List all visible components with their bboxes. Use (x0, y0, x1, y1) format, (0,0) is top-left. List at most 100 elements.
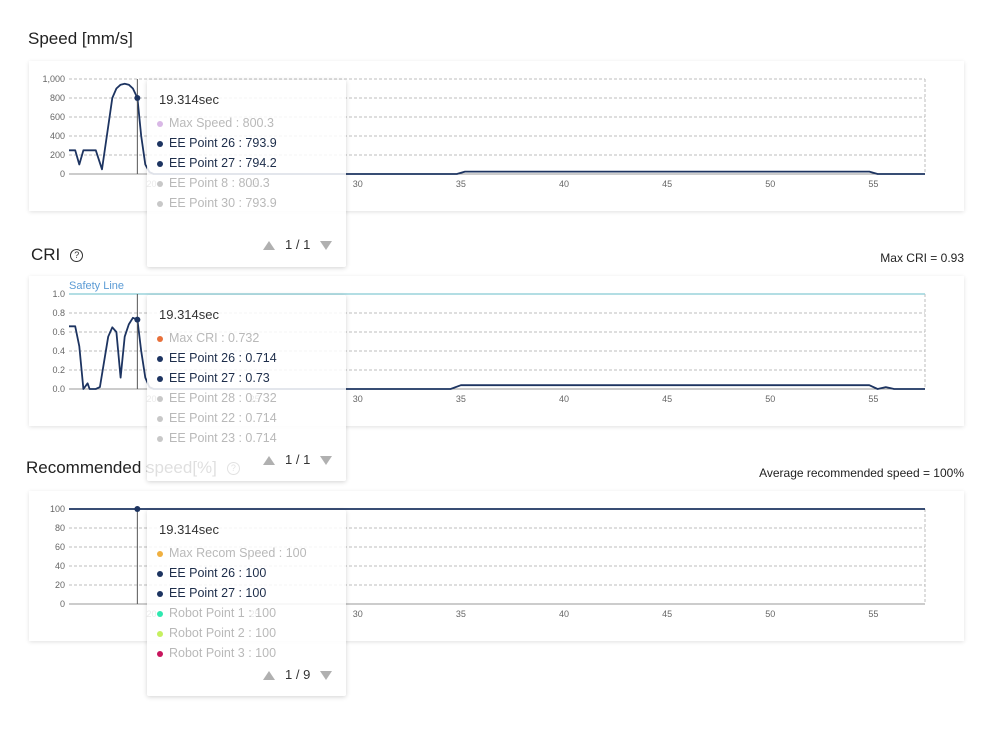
legend-dot-icon (157, 120, 163, 127)
tooltip-row-label: EE Point 27 : 0.73 (169, 371, 270, 385)
pager-text: 1 / 9 (285, 667, 311, 682)
x-tick-label: 55 (868, 609, 878, 619)
y-tick-label: 1.0 (52, 289, 65, 299)
legend-dot-icon (157, 200, 163, 207)
page-down-icon[interactable] (320, 671, 333, 681)
tooltip-row: EE Point 30 : 793.9 (157, 196, 277, 210)
legend-dot-icon (157, 435, 163, 442)
cri-tooltip: 19.314sec Max CRI : 0.732 EE Point 26 : … (147, 295, 346, 481)
y-tick-label: 100 (50, 504, 65, 514)
cri-title: CRI? (31, 245, 84, 265)
legend-dot-icon (157, 415, 163, 422)
cursor-point (134, 506, 141, 512)
y-tick-label: 200 (50, 150, 65, 160)
x-tick-label: 40 (559, 179, 569, 189)
legend-dot-icon (157, 160, 163, 167)
speed-title: Speed [mm/s] (28, 29, 133, 48)
tooltip-row-label: EE Point 28 : 0.732 (169, 391, 277, 405)
tooltip-row: Robot Point 2 : 100 (157, 626, 276, 640)
y-tick-label: 0.6 (52, 327, 65, 337)
cri-title-text: CRI (31, 245, 61, 264)
speed-tooltip: 19.314sec Max Speed : 800.3 EE Point 26 … (147, 80, 346, 267)
tooltip-row-label: Max CRI : 0.732 (169, 331, 260, 345)
tooltip-time: 19.314sec (159, 92, 219, 107)
legend-dot-icon (157, 355, 163, 362)
tooltip-row: EE Point 28 : 0.732 (157, 391, 277, 405)
y-tick-label: 40 (55, 561, 65, 571)
y-tick-label: 1,000 (42, 74, 65, 84)
tooltip-row: EE Point 23 : 0.714 (157, 431, 277, 445)
legend-dot-icon (157, 395, 163, 402)
y-tick-label: 0.8 (52, 308, 65, 318)
tooltip-row-label: EE Point 30 : 793.9 (169, 196, 277, 210)
y-tick-label: 800 (50, 93, 65, 103)
tooltip-pager: 1 / 1 (263, 452, 333, 467)
tooltip-row-label: EE Point 27 : 100 (169, 586, 267, 600)
pager-text: 1 / 1 (285, 452, 311, 467)
x-tick-label: 35 (456, 179, 466, 189)
x-tick-label: 35 (456, 394, 466, 404)
x-tick-label: 45 (662, 609, 672, 619)
tooltip-row: EE Point 26 : 100 (157, 566, 266, 580)
x-tick-label: 45 (662, 394, 672, 404)
tooltip-row-label: EE Point 23 : 0.714 (169, 431, 277, 445)
tooltip-pager: 1 / 9 (263, 667, 333, 682)
legend-dot-icon (157, 335, 163, 342)
legend-dot-icon (157, 590, 163, 597)
tooltip-row-label: Robot Point 2 : 100 (169, 626, 277, 640)
legend-dot-icon (157, 610, 163, 617)
legend-dot-icon (157, 570, 163, 577)
tooltip-row-label: Max Speed : 800.3 (169, 116, 274, 130)
legend-dot-icon (157, 375, 163, 382)
page-down-icon[interactable] (320, 456, 333, 466)
tooltip-time: 19.314sec (159, 522, 219, 537)
x-tick-label: 35 (456, 609, 466, 619)
page-up-icon[interactable] (263, 241, 275, 251)
tooltip-row: Max Recom Speed : 100 (157, 546, 307, 560)
x-tick-label: 50 (765, 609, 775, 619)
safety-line-label: Safety Line (69, 280, 124, 292)
help-icon[interactable]: ? (70, 249, 84, 263)
x-tick-label: 45 (662, 179, 672, 189)
tooltip-row-label: EE Point 8 : 800.3 (169, 176, 270, 190)
x-tick-label: 40 (559, 609, 569, 619)
x-tick-label: 55 (868, 179, 878, 189)
tooltip-row-label: Robot Point 1 : 100 (169, 606, 277, 620)
x-tick-label: 50 (765, 179, 775, 189)
legend-dot-icon (157, 550, 163, 557)
cursor-point (134, 95, 141, 101)
y-tick-label: 0.4 (52, 346, 65, 356)
recom-tooltip: 19.314sec Max Recom Speed : 100 EE Point… (147, 510, 346, 696)
tooltip-row-label: EE Point 27 : 794.2 (169, 156, 277, 170)
page-down-icon[interactable] (320, 241, 333, 251)
y-tick-label: 0 (60, 599, 65, 609)
legend-dot-icon (157, 140, 163, 147)
tooltip-row: EE Point 27 : 794.2 (157, 156, 277, 170)
tooltip-time: 19.314sec (159, 307, 219, 322)
tooltip-row-label: EE Point 22 : 0.714 (169, 411, 277, 425)
legend-dot-icon (157, 630, 163, 637)
y-tick-label: 0.2 (52, 365, 65, 375)
pager-text: 1 / 1 (285, 237, 311, 252)
tooltip-row: EE Point 26 : 0.714 (157, 351, 277, 365)
y-tick-label: 20 (55, 580, 65, 590)
page-up-icon[interactable] (263, 671, 275, 681)
tooltip-row: EE Point 22 : 0.714 (157, 411, 277, 425)
max-cri-label: Max CRI = 0.93 (880, 251, 964, 265)
cursor-point (134, 316, 141, 323)
page-up-icon[interactable] (263, 456, 275, 466)
y-tick-label: 80 (55, 523, 65, 533)
x-tick-label: 40 (559, 394, 569, 404)
legend-dot-icon (157, 650, 163, 657)
y-tick-label: 60 (55, 542, 65, 552)
x-tick-label: 50 (765, 394, 775, 404)
tooltip-row: EE Point 8 : 800.3 (157, 176, 270, 190)
tooltip-row: Max CRI : 0.732 (157, 331, 259, 345)
y-tick-label: 0 (60, 169, 65, 179)
tooltip-row-label: Robot Point 3 : 100 (169, 646, 277, 660)
tooltip-row-label: EE Point 26 : 0.714 (169, 351, 277, 365)
y-tick-label: 0.0 (52, 384, 65, 394)
x-tick-label: 55 (868, 394, 878, 404)
tooltip-row: EE Point 26 : 793.9 (157, 136, 277, 150)
tooltip-row: Max Speed : 800.3 (157, 116, 274, 130)
